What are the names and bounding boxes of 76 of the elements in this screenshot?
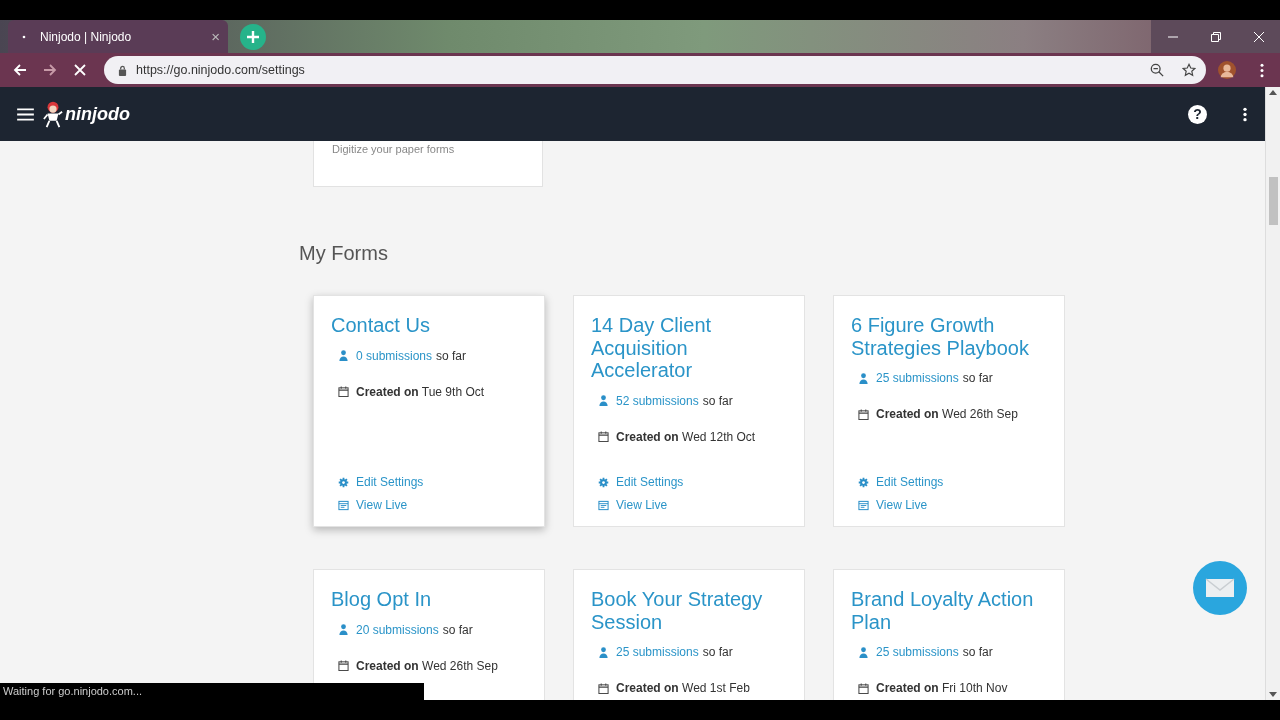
- scrollbar-thumb[interactable]: [1268, 177, 1278, 225]
- person-icon: [858, 646, 869, 658]
- gear-icon: [598, 476, 609, 488]
- calendar-icon: [338, 386, 349, 397]
- submissions-link[interactable]: 25 submissions: [876, 645, 959, 659]
- person-icon: [858, 372, 869, 384]
- window-icon: [858, 499, 869, 511]
- edit-settings-link[interactable]: Edit Settings: [616, 475, 684, 489]
- window-icon: [338, 499, 349, 511]
- scroll-up-icon[interactable]: [1269, 90, 1277, 95]
- calendar-icon: [858, 682, 869, 694]
- view-live-link[interactable]: View Live: [876, 498, 928, 512]
- edit-settings-link[interactable]: Edit Settings: [356, 475, 424, 489]
- edit-settings-link[interactable]: Edit Settings: [876, 475, 944, 489]
- restore-icon: [1210, 31, 1221, 42]
- submissions-link[interactable]: 20 submissions: [356, 622, 439, 637]
- menu-icon[interactable]: [17, 107, 34, 121]
- form-title[interactable]: Brand Loyalty Action Plan: [851, 588, 1047, 633]
- submissions-link[interactable]: 25 submissions: [876, 371, 959, 385]
- scroll-down-icon[interactable]: [1269, 692, 1277, 697]
- section-title: My Forms: [299, 241, 389, 265]
- view-live-link[interactable]: View Live: [356, 498, 408, 512]
- ninja-logo-icon: [43, 99, 63, 129]
- form-title[interactable]: 14 Day Client Acquisition Accelerator: [591, 314, 787, 382]
- submissions-suffix: so far: [442, 622, 473, 637]
- created-date: Created on Wed 12th Oct: [616, 429, 756, 444]
- created-date: Created on Wed 1st Feb: [616, 681, 750, 695]
- brand-logo[interactable]: ninjodo: [65, 103, 130, 125]
- stop-icon[interactable]: [72, 62, 88, 78]
- menu-icon[interactable]: [1260, 62, 1264, 78]
- calendar-icon: [338, 660, 349, 671]
- help-button[interactable]: ?: [1188, 104, 1207, 124]
- submissions-suffix: so far: [436, 348, 467, 363]
- created-date: Created on Wed 26th Sep: [356, 658, 498, 673]
- created-date: Created on Wed 26th Sep: [876, 407, 1018, 421]
- form-title[interactable]: Blog Opt In: [331, 588, 527, 611]
- person-icon: [598, 395, 609, 406]
- star-icon[interactable]: [1182, 63, 1196, 77]
- person-icon: [338, 350, 349, 361]
- submissions-suffix: so far: [702, 645, 733, 659]
- browser-tab[interactable]: Ninjodo | Ninjodo ×: [8, 20, 228, 53]
- avatar-icon[interactable]: [1218, 61, 1236, 79]
- gear-icon: [858, 476, 869, 488]
- submissions-suffix: so far: [962, 645, 993, 659]
- calendar-icon: [858, 408, 869, 420]
- zoom-out-icon[interactable]: [1150, 63, 1164, 77]
- more-icon[interactable]: [1243, 106, 1247, 122]
- form-title[interactable]: Book Your Strategy Session: [591, 588, 787, 633]
- new-tab-icon[interactable]: [240, 23, 266, 50]
- back-icon[interactable]: [12, 62, 28, 78]
- person-icon: [338, 624, 349, 635]
- address-bar[interactable]: https://go.ninjodo.com/settings: [104, 56, 1206, 84]
- person-icon: [598, 646, 609, 658]
- submissions-link[interactable]: 0 submissions: [356, 348, 433, 363]
- created-date: Created on Fri 10th Nov: [876, 681, 1008, 695]
- form-title[interactable]: Contact Us: [331, 314, 527, 337]
- tab-title: Ninjodo | Ninjodo: [40, 29, 133, 44]
- form-title[interactable]: 6 Figure Growth Strategies Playbook: [851, 314, 1047, 359]
- created-date: Created on Tue 9th Oct: [356, 384, 485, 399]
- submissions-link[interactable]: 52 submissions: [616, 393, 699, 408]
- submissions-suffix: so far: [702, 393, 733, 408]
- calendar-icon: [598, 682, 609, 694]
- url-text: https://go.ninjodo.com/settings: [136, 63, 305, 77]
- submissions-link[interactable]: 25 submissions: [616, 645, 699, 659]
- view-live-link[interactable]: View Live: [616, 498, 668, 512]
- close-icon: [1253, 31, 1264, 42]
- window-icon: [598, 499, 609, 511]
- card-description: Digitize your paper forms: [332, 143, 455, 155]
- lock-icon: [118, 64, 127, 76]
- forward-icon[interactable]: [42, 62, 58, 78]
- status-bubble: Waiting for go.ninjodo.com...: [0, 683, 424, 700]
- gear-icon: [338, 476, 349, 488]
- tab-close-button[interactable]: ×: [211, 28, 220, 45]
- template-card[interactable]: Digitize your paper forms: [313, 141, 543, 187]
- submissions-suffix: so far: [962, 371, 993, 385]
- calendar-icon: [598, 431, 609, 442]
